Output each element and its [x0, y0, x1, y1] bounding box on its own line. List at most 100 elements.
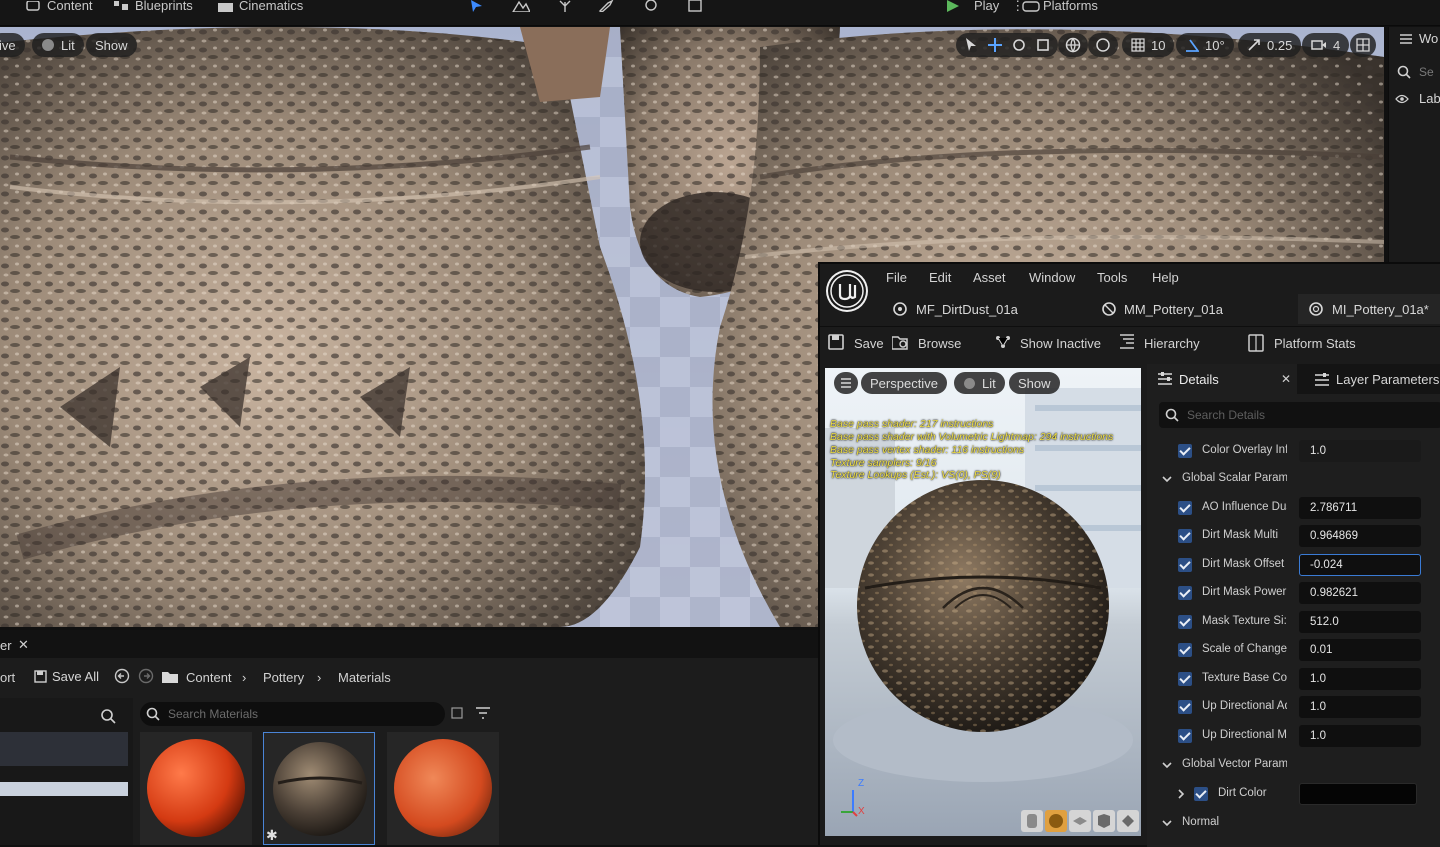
foliage-mode-icon[interactable] [556, 0, 574, 12]
save-button[interactable]: Save [828, 334, 884, 352]
close-details-icon[interactable]: ✕ [1281, 372, 1291, 386]
param-value-field[interactable]: 0.01 [1299, 639, 1421, 661]
save-search-icon[interactable] [451, 707, 463, 719]
translate-icon[interactable] [984, 34, 1006, 56]
param-override-checkbox[interactable] [1178, 700, 1192, 714]
cube-mesh-icon[interactable] [1093, 810, 1115, 832]
outliner-search-input[interactable]: Se [1397, 61, 1440, 83]
cylinder-mesh-icon[interactable] [1021, 810, 1043, 832]
fracture-mode-icon[interactable] [642, 0, 660, 12]
param-value-field[interactable]: 0.964869 [1299, 525, 1421, 547]
landscape-mode-icon[interactable] [512, 0, 530, 12]
platform-stats-button[interactable]: Platform Stats [1248, 334, 1356, 352]
viewport-lit-button[interactable]: Lit [32, 33, 84, 57]
param-override-checkbox[interactable] [1178, 615, 1192, 629]
surface-snap-button[interactable] [1088, 33, 1118, 57]
import-button[interactable]: ort [0, 670, 15, 685]
param-value-field[interactable]: 1.0 [1299, 440, 1421, 462]
close-tab-icon[interactable]: ✕ [18, 637, 29, 653]
material-thumbnail-selected[interactable]: ✱ [263, 732, 375, 845]
rotate-icon[interactable] [1008, 34, 1030, 56]
menu-edit[interactable]: Edit [929, 270, 951, 285]
camera-speed-button[interactable]: 4 [1302, 33, 1350, 57]
category-normal[interactable]: Normal [1147, 809, 1440, 837]
param-override-checkbox[interactable] [1178, 672, 1192, 686]
viewport-show-button[interactable]: Show [86, 33, 137, 57]
param-override-checkbox[interactable] [1178, 529, 1192, 543]
menu-tools[interactable]: Tools [1097, 270, 1127, 285]
menu-help[interactable]: Help [1152, 270, 1179, 285]
sphere-mesh-icon[interactable] [1045, 810, 1067, 832]
asset-tab-mf-dirtdust[interactable]: MF_DirtDust_01a [892, 298, 1018, 320]
select-cursor-icon[interactable] [960, 34, 982, 56]
param-override-checkbox[interactable] [1178, 558, 1192, 572]
search-materials-input[interactable]: Search Materials [140, 702, 445, 726]
custom-mesh-icon[interactable] [1117, 810, 1139, 832]
param-value-field[interactable]: 2.786711 [1299, 497, 1421, 519]
blueprints-toolbar-button[interactable]: Blueprints [114, 0, 193, 12]
category-global-vector[interactable]: Global Vector Parame [1147, 751, 1440, 779]
param-override-checkbox[interactable] [1178, 444, 1192, 458]
viewport-layout-button[interactable] [1350, 33, 1376, 57]
grid-snap-button[interactable]: 10 [1122, 33, 1175, 57]
select-mode-icon[interactable] [468, 0, 486, 12]
details-search-input[interactable]: Search Details [1159, 402, 1440, 428]
preview-show-button[interactable]: Show [1009, 372, 1060, 394]
param-value-field[interactable]: 0.982621 [1299, 582, 1421, 604]
world-space-button[interactable] [1058, 33, 1088, 57]
asset-tab-mm-pottery[interactable]: MM_Pottery_01a [1102, 298, 1223, 320]
param-override-checkbox[interactable] [1178, 643, 1192, 657]
layer-parameters-tab[interactable]: Layer Parameters [1314, 372, 1439, 387]
preview-menu-button[interactable] [834, 372, 858, 394]
asset-tab-mi-pottery[interactable]: MI_Pottery_01a* [1308, 298, 1429, 320]
material-preview-viewport[interactable]: Perspective Lit Show Base pass shader: 2… [825, 368, 1141, 836]
plane-mesh-icon[interactable] [1069, 810, 1091, 832]
chevron-right-icon[interactable] [1176, 788, 1186, 800]
filter-icon[interactable] [475, 707, 491, 719]
preview-perspective-button[interactable]: Perspective [861, 372, 947, 394]
cinematics-toolbar-button[interactable]: Cinematics [218, 0, 303, 12]
material-thumbnail[interactable] [140, 732, 252, 845]
angle-snap-button[interactable]: 10° [1176, 33, 1234, 57]
breadcrumb-materials[interactable]: Materials [338, 670, 391, 685]
param-override-checkbox[interactable] [1194, 787, 1208, 801]
content-browser-tab-label[interactable]: er [0, 638, 12, 653]
tree-item[interactable] [0, 732, 128, 766]
dirt-color-swatch[interactable] [1299, 783, 1417, 805]
menu-window[interactable]: Window [1029, 270, 1075, 285]
modeling-mode-icon[interactable] [686, 0, 704, 12]
menu-asset[interactable]: Asset [973, 270, 1006, 285]
platforms-button[interactable]: Platforms [1022, 0, 1098, 12]
play-button[interactable]: Play ⋮ [946, 0, 1024, 12]
details-tab[interactable]: Details ✕ [1147, 364, 1297, 394]
param-value-field[interactable]: 512.0 [1299, 611, 1421, 633]
show-inactive-button[interactable]: Show Inactive [994, 334, 1101, 352]
content-toolbar-button[interactable]: Content [26, 0, 93, 12]
param-override-checkbox[interactable] [1178, 586, 1192, 600]
param-value-field[interactable]: 1.0 [1299, 668, 1421, 690]
mesh-paint-icon[interactable] [598, 0, 616, 12]
breadcrumb-content[interactable]: Content [186, 670, 232, 685]
outliner-tab[interactable]: Wo [1399, 31, 1438, 46]
eye-icon[interactable] [1395, 94, 1409, 104]
tree-search-icon[interactable] [100, 708, 116, 724]
material-thumbnail[interactable] [387, 732, 499, 845]
breadcrumb-pottery[interactable]: Pottery [263, 670, 304, 685]
browse-button[interactable]: Browse [892, 334, 961, 352]
param-override-checkbox[interactable] [1178, 729, 1192, 743]
back-icon[interactable] [114, 668, 130, 684]
scale-snap-button[interactable]: 0.25 [1238, 33, 1302, 57]
save-all-button[interactable]: Save All [34, 669, 99, 684]
preview-lit-button[interactable]: Lit [954, 372, 1005, 394]
param-value-field[interactable]: 1.0 [1299, 696, 1421, 718]
forward-icon[interactable] [138, 668, 154, 684]
hierarchy-button[interactable]: Hierarchy [1118, 334, 1200, 352]
category-global-scalar[interactable]: Global Scalar Parame [1147, 465, 1440, 493]
param-value-field[interactable]: 1.0 [1299, 725, 1421, 747]
param-value-field-active[interactable]: -0.024 [1299, 554, 1421, 576]
tree-item-selected[interactable] [0, 782, 128, 796]
menu-file[interactable]: File [886, 270, 907, 285]
scale-icon[interactable] [1032, 34, 1054, 56]
viewport-mode-button[interactable]: ive [0, 33, 25, 57]
param-override-checkbox[interactable] [1178, 501, 1192, 515]
